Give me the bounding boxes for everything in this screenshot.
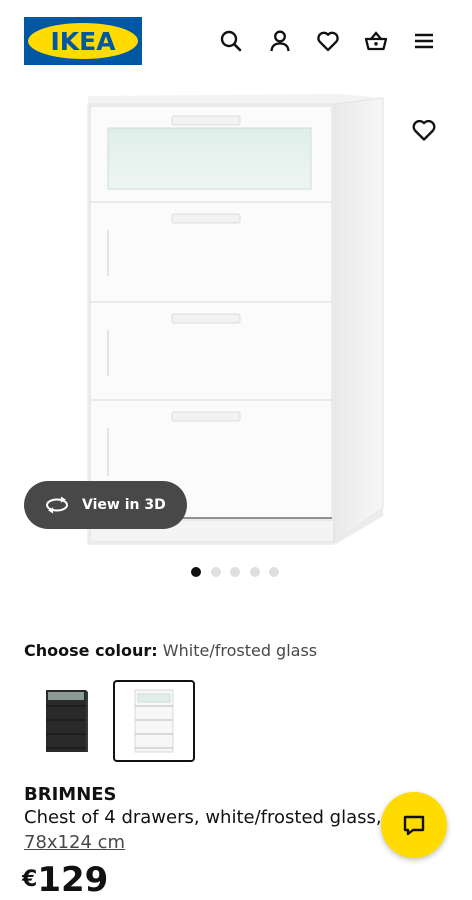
view-in-3d-button[interactable]: View in 3D: [24, 481, 187, 529]
colour-selector-heading: Choose colour: White/frosted glass: [24, 641, 317, 660]
product-size-link[interactable]: 78x124 cm: [24, 832, 125, 853]
rotate-3d-icon: [44, 495, 70, 515]
colour-option-white-frosted-glass[interactable]: [113, 680, 195, 762]
heart-icon[interactable]: [315, 28, 341, 54]
colour-option-black[interactable]: [24, 680, 106, 762]
shopping-basket-icon[interactable]: [363, 28, 389, 54]
carousel-dot[interactable]: [249, 567, 260, 577]
chat-icon: [400, 811, 428, 839]
product-description: Chest of 4 drawers, white/frosted glass,: [24, 807, 382, 828]
header: IKEA: [0, 0, 472, 80]
carousel-dot[interactable]: [230, 567, 240, 577]
menu-icon[interactable]: [411, 28, 437, 54]
logo-oval: IKEA: [28, 23, 138, 59]
product-name: BRIMNES: [24, 784, 117, 805]
colour-label: Choose colour:: [24, 641, 158, 660]
chat-button[interactable]: [381, 792, 447, 858]
image-carousel-dots: [191, 567, 289, 579]
view-in-3d-label: View in 3D: [82, 497, 166, 513]
logo-text: IKEA: [50, 26, 116, 56]
colour-value: White/frosted glass: [162, 641, 318, 660]
product-price: €129: [22, 860, 108, 900]
price-amount: 129: [37, 860, 109, 900]
ikea-logo[interactable]: IKEA: [24, 17, 142, 65]
add-to-favourites-icon[interactable]: [410, 116, 438, 144]
price-currency: €: [22, 867, 38, 892]
carousel-dot[interactable]: [210, 567, 221, 577]
carousel-dot[interactable]: [269, 567, 279, 577]
carousel-dot[interactable]: [191, 567, 201, 577]
search-icon[interactable]: [218, 28, 244, 54]
user-icon[interactable]: [267, 28, 293, 54]
